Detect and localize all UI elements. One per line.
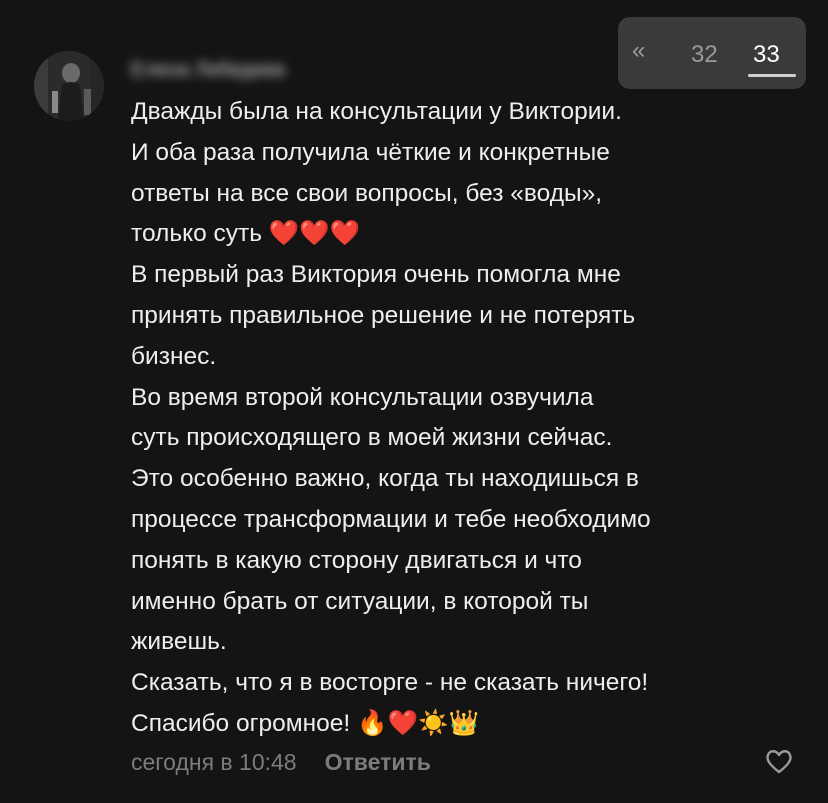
like-button[interactable] <box>764 746 794 776</box>
heart-outline-icon <box>766 750 792 774</box>
pager-page-32[interactable]: 32 <box>691 43 718 67</box>
comment-timestamp: сегодня в 10:48 <box>131 748 297 775</box>
avatar[interactable] <box>34 51 104 121</box>
pager-prev-button[interactable]: « <box>632 39 645 63</box>
comment-body: Дважды была на консультации у Виктории. … <box>131 98 651 737</box>
reply-button[interactable]: Ответить <box>325 749 431 776</box>
author-name[interactable]: Елена Лебедева <box>131 58 363 82</box>
comment-pager: « 32 33 <box>618 17 806 89</box>
current-page-indicator <box>748 74 796 77</box>
pager-page-33-current[interactable]: 33 <box>753 43 780 67</box>
user-photo <box>34 51 104 121</box>
comment-footer: сегодня в 10:48 Ответить <box>131 746 431 778</box>
